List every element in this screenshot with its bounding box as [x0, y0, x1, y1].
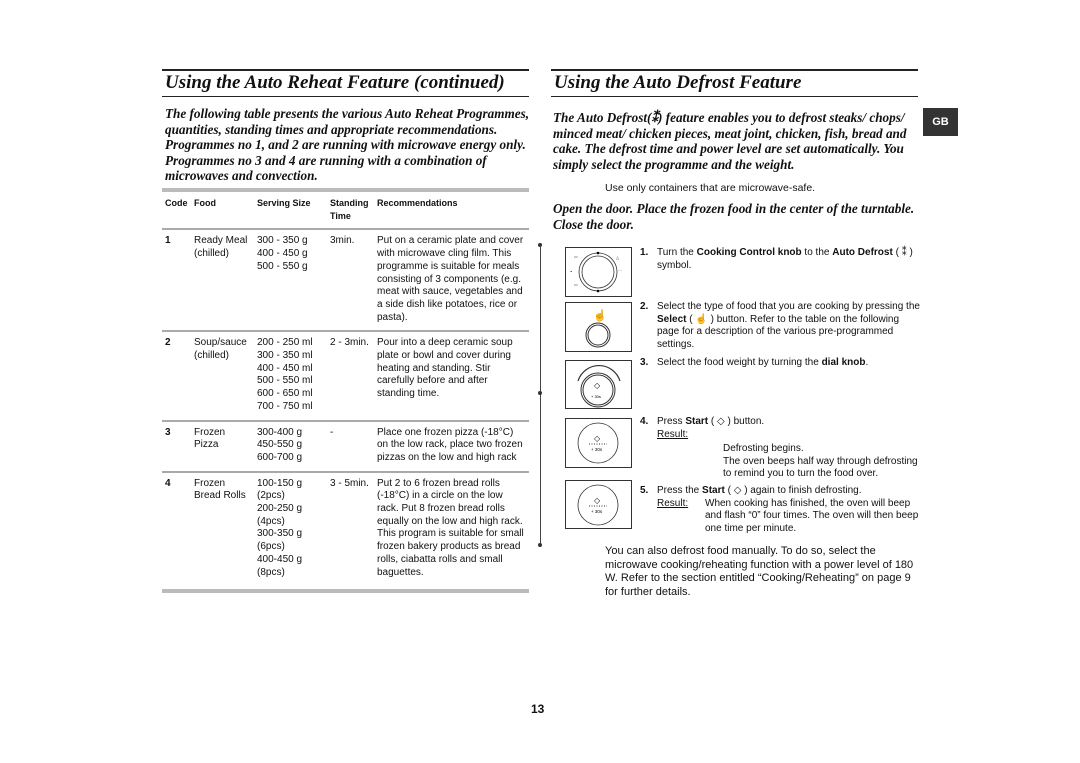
svg-text:△: △	[616, 255, 620, 260]
svg-text:+ 30s: + 30s	[591, 509, 603, 514]
col-serving-size: Serving Size	[254, 187, 327, 231]
right-intro: The Auto Defrost(⁑) feature enables you …	[553, 110, 907, 172]
svg-text:◇: ◇	[594, 496, 601, 505]
header-rule	[162, 69, 529, 71]
title-underline	[551, 96, 918, 97]
table-row: 1 Ready Meal (chilled) 300 - 350 g 400 - 450…	[162, 229, 529, 333]
food-cell: Soup/sauce (chilled)	[191, 331, 254, 422]
title-underline	[162, 96, 529, 97]
serving-size-cell: 300-400 g 450-550 g 600-700 g	[254, 420, 327, 473]
left-intro: The following table presents the various…	[165, 106, 530, 183]
svg-text:▭: ▭	[574, 254, 578, 259]
col-food: Food	[191, 187, 254, 231]
bullet	[538, 391, 542, 395]
right-title: Using the Auto Defrost Feature	[554, 72, 802, 93]
step-5: 5. Press the Start ( ◇ ) again to finish …	[640, 485, 919, 534]
manual-defrost-note: You can also defrost food manually. To d…	[605, 545, 914, 599]
cooking-control-knob-figure: ▭ ◒ ▭ ⋯ △	[565, 247, 632, 297]
svg-text:◇: ◇	[594, 434, 601, 443]
start-icon: ◇	[717, 416, 725, 427]
food-cell: Frozen Bread Rolls	[191, 471, 254, 594]
code-cell: 1	[162, 229, 191, 333]
svg-text:▭: ▭	[574, 282, 578, 287]
start-button-figure: ◇ + 30s	[565, 480, 632, 529]
step-bar	[540, 247, 541, 545]
table-row: 2 Soup/sauce (chilled) 200 - 250 ml 300 - 35…	[162, 331, 529, 422]
table-row: 3 Frozen Pizza 300-400 g 450-550 g 600-700 g-…	[162, 420, 529, 473]
svg-text:◇: ◇	[594, 381, 601, 390]
bullet	[538, 543, 542, 547]
select-button-figure: ☝	[565, 302, 632, 352]
start-button-figure: ◇ + 30s	[565, 418, 632, 468]
serving-size-cell: 300 - 350 g 400 - 450 g 500 - 550 g	[254, 229, 327, 333]
header-rule	[551, 69, 918, 71]
step-4: 4. Press Start ( ◇ ) button. Result: Defros…	[640, 416, 918, 479]
standing-time-cell: 2 - 3min.	[327, 331, 374, 422]
serving-size-cell: 200 - 250 ml 300 - 350 ml 400 - 450 ml 500 …	[254, 331, 327, 422]
standing-time-cell: 3min.	[327, 229, 374, 333]
recommendation-cell: Put 2 to 6 frozen bread rolls (-18°C) in…	[374, 471, 529, 594]
language-badge: GB	[923, 108, 958, 136]
step-2: 2. Select the type of food that you are c…	[640, 301, 920, 350]
food-cell: Frozen Pizza	[191, 420, 254, 473]
svg-text:◒: ◒	[570, 268, 573, 273]
code-cell: 3	[162, 420, 191, 473]
select-hand-icon: ☝	[695, 313, 708, 325]
auto-reheat-table: Code Food Serving Size Standing Time Rec…	[162, 187, 529, 594]
recommendation-cell: Pour into a deep ceramic soup plate or b…	[374, 331, 529, 422]
manual-page: Using the Auto Reheat Feature (continued…	[0, 0, 1080, 763]
left-title: Using the Auto Reheat Feature (continued…	[165, 72, 505, 93]
food-cell: Ready Meal (chilled)	[191, 229, 254, 333]
code-cell: 4	[162, 471, 191, 594]
recommendation-cell: Place one frozen pizza (-18°C) on the lo…	[374, 420, 529, 473]
serving-size-cell: 100-150 g (2pcs) 200-250 g (4pcs) 300-350 g(…	[254, 471, 327, 594]
bullet	[538, 243, 542, 247]
table-row: 4 Frozen Bread Rolls 100-150 g (2pcs) 200-250…	[162, 471, 529, 594]
code-cell: 2	[162, 331, 191, 422]
standing-time-cell: -	[327, 420, 374, 473]
col-code: Code	[162, 187, 191, 231]
dial-knob-figure: ◇ + 30s	[565, 360, 632, 409]
open-door-instruction: Open the door. Place the frozen food in …	[553, 201, 915, 232]
col-standing-time: Standing Time	[327, 187, 374, 231]
container-note: Use only containers that are microwave-s…	[605, 182, 816, 194]
svg-text:+ 30s: + 30s	[591, 394, 601, 399]
step-1: 1. Turn the Cooking Control knob to the A…	[640, 247, 913, 271]
svg-text:☝: ☝	[593, 308, 607, 322]
recommendation-cell: Put on a ceramic plate and cover with mi…	[374, 229, 529, 333]
col-recommendations: Recommendations	[374, 187, 529, 231]
standing-time-cell: 3 - 5min.	[327, 471, 374, 594]
step-3: 3. Select the food weight by turning the …	[640, 357, 869, 368]
svg-text:⋯: ⋯	[618, 268, 622, 273]
page-number: 13	[531, 702, 545, 716]
svg-text:+ 30s: + 30s	[591, 447, 603, 452]
